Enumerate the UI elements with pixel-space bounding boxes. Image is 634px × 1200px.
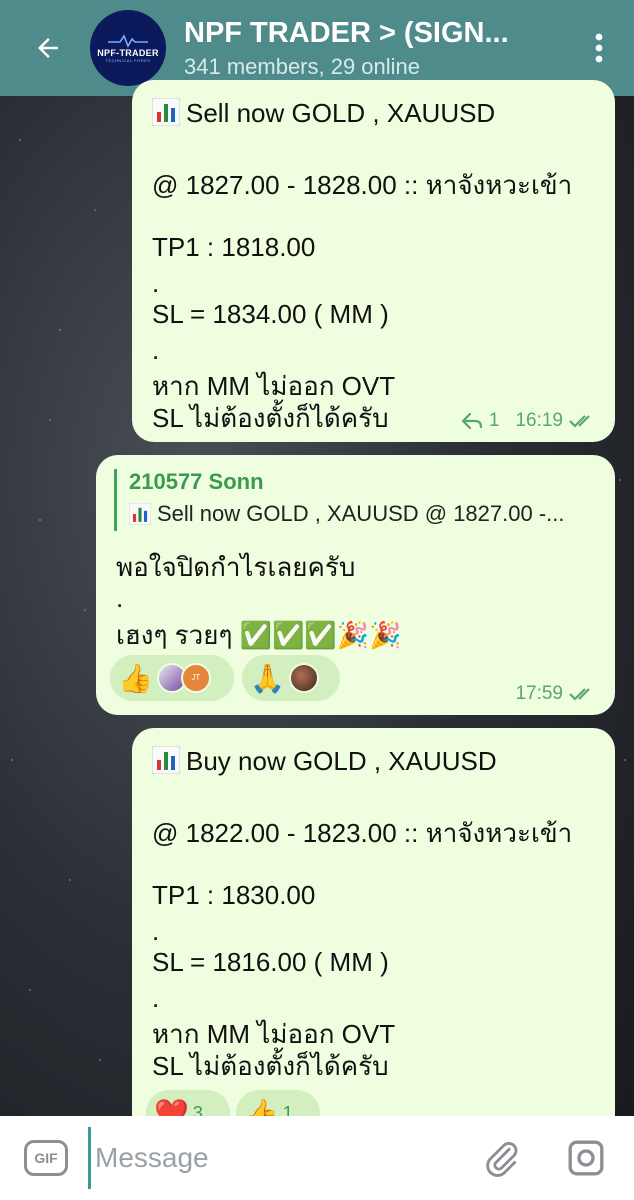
reaction-chip[interactable]: 👍 JT bbox=[110, 655, 234, 701]
message-input[interactable] bbox=[88, 1127, 478, 1189]
attach-button[interactable] bbox=[478, 1134, 526, 1182]
message-text: พอใจปิดกำไรเลยครับ bbox=[116, 552, 356, 582]
message-text: . bbox=[152, 916, 160, 946]
reply-count: 1 bbox=[488, 410, 500, 431]
message-text: เฮงๆ รวยๆ ✅✅✅🎉🎉 bbox=[116, 620, 402, 650]
chat-title-block[interactable]: NPF TRADER > (SIGN... 341 members, 29 on… bbox=[184, 17, 574, 80]
folded-hands-icon: 🙏 bbox=[250, 662, 285, 694]
quote-text-content: Sell now GOLD , XAUUSD @ 1827.00 -... bbox=[157, 501, 565, 526]
reply-icon[interactable] bbox=[461, 412, 483, 430]
message-text: SL = 1834.00 ( MM ) bbox=[152, 299, 389, 329]
message-time: 17:59 bbox=[515, 683, 563, 704]
message-text: @ 1822.00 - 1823.00 :: หาจังหวะเข้า bbox=[152, 818, 573, 848]
double-check-icon bbox=[569, 415, 590, 428]
paperclip-icon bbox=[486, 1141, 518, 1177]
message-text: @ 1827.00 - 1828.00 :: หาจังหวะเข้า bbox=[152, 170, 573, 200]
message-text: Sell now GOLD , XAUUSD bbox=[186, 98, 496, 128]
bar-chart-icon bbox=[152, 746, 180, 774]
message-bubble[interactable]: 210577 Sonn Sell now GOLD , XAUUSD @ 182… bbox=[96, 455, 615, 715]
pulse-logo-icon bbox=[108, 33, 148, 48]
more-vert-icon bbox=[595, 33, 603, 63]
reaction-chip[interactable]: 🙏 bbox=[242, 655, 340, 701]
message-text: SL ไม่ต้องตั้งก็ได้ครับ bbox=[152, 1051, 389, 1081]
bar-chart-icon bbox=[152, 98, 180, 126]
message-bubble[interactable]: Sell now GOLD , XAUUSD @ 1827.00 - 1828.… bbox=[132, 80, 615, 442]
message-line: Buy now GOLD , XAUUSD bbox=[152, 746, 497, 777]
quote-author: 210577 Sonn bbox=[129, 469, 264, 494]
reactor-avatar bbox=[288, 663, 319, 693]
message-bubble[interactable]: Buy now GOLD , XAUUSD @ 1822.00 - 1823.0… bbox=[132, 728, 615, 1148]
group-avatar[interactable]: NPF-TRADER TECHNICAL FOREX bbox=[90, 10, 166, 86]
message-text: . bbox=[152, 983, 160, 1013]
message-text: SL = 1816.00 ( MM ) bbox=[152, 947, 389, 977]
message-text: . bbox=[116, 583, 124, 613]
message-text: Buy now GOLD , XAUUSD bbox=[186, 746, 497, 776]
message-text: SL ไม่ต้องตั้งก็ได้ครับ bbox=[152, 403, 389, 433]
bar-chart-icon bbox=[129, 503, 151, 525]
camera-button[interactable] bbox=[562, 1134, 610, 1182]
back-button[interactable] bbox=[16, 0, 80, 96]
message-text: TP1 : 1818.00 bbox=[152, 232, 316, 262]
message-text: TP1 : 1830.00 bbox=[152, 880, 316, 910]
reply-quote[interactable]: 210577 Sonn Sell now GOLD , XAUUSD @ 182… bbox=[114, 469, 594, 531]
message-time: 16:19 bbox=[515, 410, 563, 431]
message-text: . bbox=[152, 335, 160, 365]
double-check-icon bbox=[569, 688, 590, 701]
message-meta: 17:59 bbox=[515, 683, 599, 705]
message-text: . bbox=[152, 268, 160, 298]
avatar-logo-subtext: TECHNICAL FOREX bbox=[105, 57, 151, 63]
thumbs-up-icon: 👍 bbox=[118, 662, 153, 694]
chat-title: NPF TRADER > (SIGN... bbox=[184, 16, 509, 49]
avatar-logo-text: NPF-TRADER bbox=[97, 47, 159, 58]
gif-button[interactable]: GIF bbox=[24, 1140, 68, 1176]
message-meta: 1 16:19 bbox=[461, 410, 599, 432]
chat-screen: NPF-TRADER TECHNICAL FOREX NPF TRADER > … bbox=[0, 0, 634, 1200]
reactor-avatar: JT bbox=[180, 663, 211, 693]
camera-icon bbox=[568, 1140, 604, 1176]
quote-text: Sell now GOLD , XAUUSD @ 1827.00 -... bbox=[129, 501, 589, 527]
chat-member-status: 341 members, 29 online bbox=[184, 53, 421, 79]
message-line: Sell now GOLD , XAUUSD bbox=[152, 98, 495, 129]
arrow-left-icon bbox=[38, 38, 58, 58]
message-input-bar: GIF bbox=[0, 1116, 634, 1200]
